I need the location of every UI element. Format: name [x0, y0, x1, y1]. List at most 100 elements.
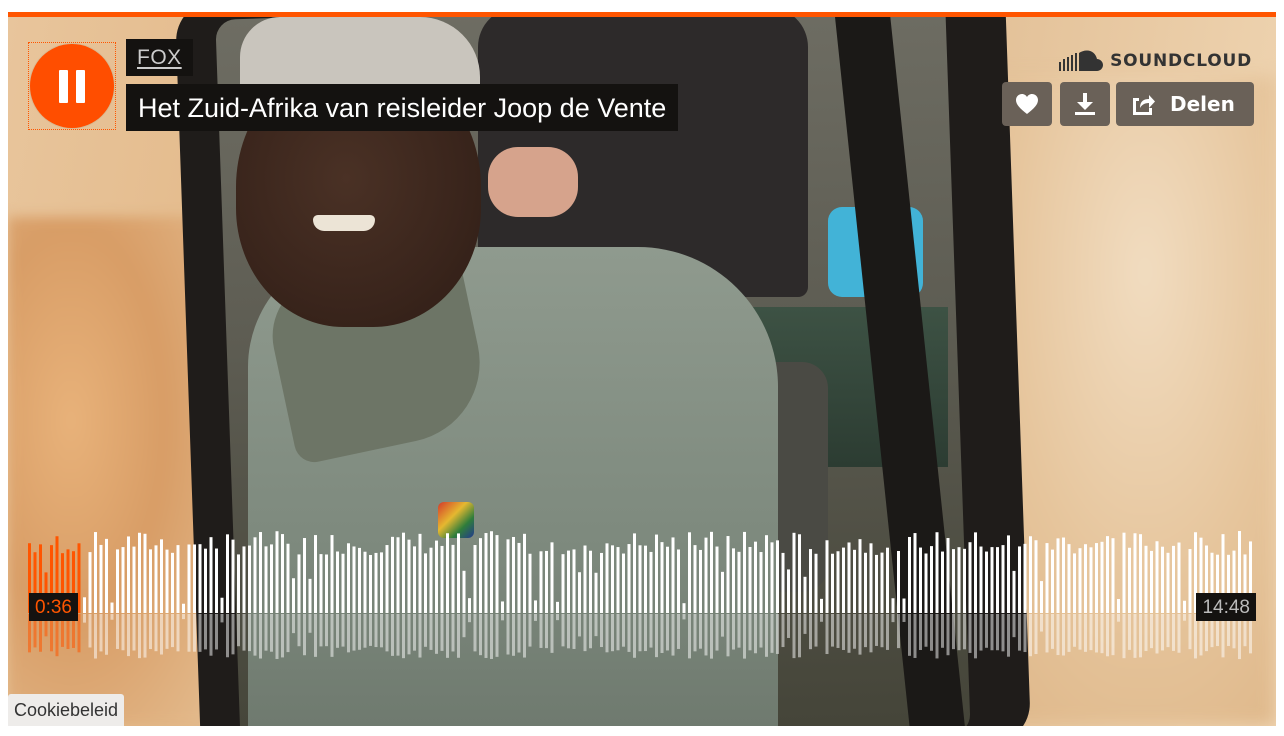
waveform-bar-reflection [946, 614, 950, 656]
waveform-bar [1128, 547, 1131, 613]
waveform-bar [655, 534, 658, 613]
waveform-bar-reflection [627, 614, 631, 652]
waveform-bar [1089, 547, 1093, 613]
waveform-bar [479, 538, 482, 613]
waveform-bar [1062, 537, 1065, 613]
waveform-bar [996, 547, 999, 613]
waveform-bar-reflection [941, 614, 944, 648]
soundcloud-logo[interactable]: SOUNDCLOUD [1059, 50, 1252, 72]
waveform-bar-reflection [215, 614, 218, 650]
waveform-bar-reflection [253, 614, 257, 656]
waveform-bar-reflection [1177, 614, 1181, 653]
waveform-bar [292, 578, 295, 613]
waveform-bar [424, 553, 427, 613]
waveform-bar [1051, 549, 1054, 613]
waveform-bar-reflection [451, 614, 455, 652]
waveform-bar [1144, 545, 1148, 613]
waveform-bar-reflection [968, 614, 972, 653]
accent-strip [8, 12, 1276, 17]
waveform-bar [875, 554, 878, 613]
waveform-bar-reflection [1001, 614, 1005, 652]
waveform-bar-reflection [171, 614, 174, 648]
waveform-bar [902, 598, 906, 613]
waveform-bar [1045, 543, 1049, 613]
waveform-bar-reflection [715, 614, 719, 651]
waveform-bar-reflection [105, 614, 108, 655]
waveform-bar-reflection [495, 614, 499, 657]
waveform-bar [891, 598, 895, 613]
waveform-bar [649, 551, 653, 613]
waveform-bar [369, 554, 372, 613]
waveform-bar-reflection [347, 614, 350, 653]
waveform-bar-reflection [880, 614, 884, 648]
waveform-bar [638, 545, 642, 613]
waveform-bar [633, 533, 636, 613]
waveform-bar-reflection [1040, 614, 1043, 632]
waveform-bar-reflection [1018, 614, 1021, 651]
waveform-bar-reflection [429, 614, 433, 650]
waveform-bar [429, 547, 433, 613]
waveform-bar [847, 542, 851, 613]
waveform-bar [451, 544, 455, 613]
waveform-bar [94, 532, 97, 613]
artist-link[interactable]: FOX [126, 39, 193, 76]
waveform-bar-reflection [1183, 614, 1186, 621]
waveform-bar-reflection [963, 614, 966, 650]
share-button[interactable]: Delen [1116, 82, 1254, 126]
waveform-bar-reflection [1139, 614, 1142, 658]
download-button[interactable] [1060, 82, 1110, 126]
waveform-bar-reflection [908, 614, 911, 656]
waveform-bar-reflection [677, 614, 680, 649]
cookie-policy-link[interactable]: Cookiebeleid [8, 694, 125, 726]
like-button[interactable] [1002, 82, 1052, 126]
waveform-bar-reflection [479, 614, 482, 656]
waveform-bar-reflection [242, 614, 246, 651]
waveform-bar-reflection [726, 614, 730, 657]
current-time: 0:36 [29, 593, 78, 621]
waveform-bar [550, 542, 554, 613]
waveform-bar [1040, 581, 1043, 613]
waveform-bar-reflection [341, 614, 345, 647]
waveform-bar [462, 570, 466, 613]
waveform-bar [611, 545, 614, 613]
waveform-bar [699, 549, 702, 613]
waveform-bar [974, 532, 977, 613]
waveform-bar-reflection [1034, 614, 1038, 655]
track-title[interactable]: Het Zuid-Afrika van reisleider Joop de V… [126, 84, 679, 131]
waveform-bar-reflection [275, 614, 279, 659]
waveform-bar [754, 541, 757, 613]
waveform-bar-reflection [198, 614, 202, 652]
waveform-bar-reflection [732, 614, 735, 650]
waveform-bar [968, 542, 972, 613]
waveform-bar-reflection [1144, 614, 1148, 651]
waveform-bar-reflection [380, 614, 383, 648]
waveform-bar [825, 540, 829, 613]
waveform-bar [1056, 538, 1060, 613]
waveform-bar [787, 569, 790, 613]
waveform-bar [842, 547, 845, 613]
waveform-bar [457, 533, 460, 613]
waveform-bar [583, 545, 587, 613]
waveform-bar-reflection [682, 614, 686, 620]
waveform-bar-reflection [1051, 614, 1054, 649]
waveform-scrubber[interactable] [28, 512, 1258, 672]
waveform-bar [605, 543, 609, 613]
waveform-bar [924, 553, 928, 613]
waveform-bar [545, 550, 548, 613]
soundcloud-embed-player: FOX Het Zuid-Afrika van reisleider Joop … [8, 12, 1276, 726]
waveform-bar [737, 551, 741, 613]
waveform-bar-reflection [776, 614, 779, 654]
waveform-bar [721, 571, 724, 613]
waveform-bar-reflection [935, 614, 939, 659]
waveform-bar-reflection [847, 614, 851, 653]
waveform-bar-reflection [1106, 614, 1109, 657]
waveform-bar-reflection [1029, 614, 1032, 657]
waveform-bar [935, 532, 939, 613]
waveform-bar [600, 552, 603, 613]
waveform-bar-reflection [473, 614, 477, 652]
waveform-bar-reflection [484, 614, 488, 658]
waveform-bar [1172, 545, 1175, 613]
pause-button[interactable] [28, 42, 116, 130]
waveform-bar-reflection [1062, 614, 1065, 656]
waveform-bar-reflection [297, 614, 301, 647]
